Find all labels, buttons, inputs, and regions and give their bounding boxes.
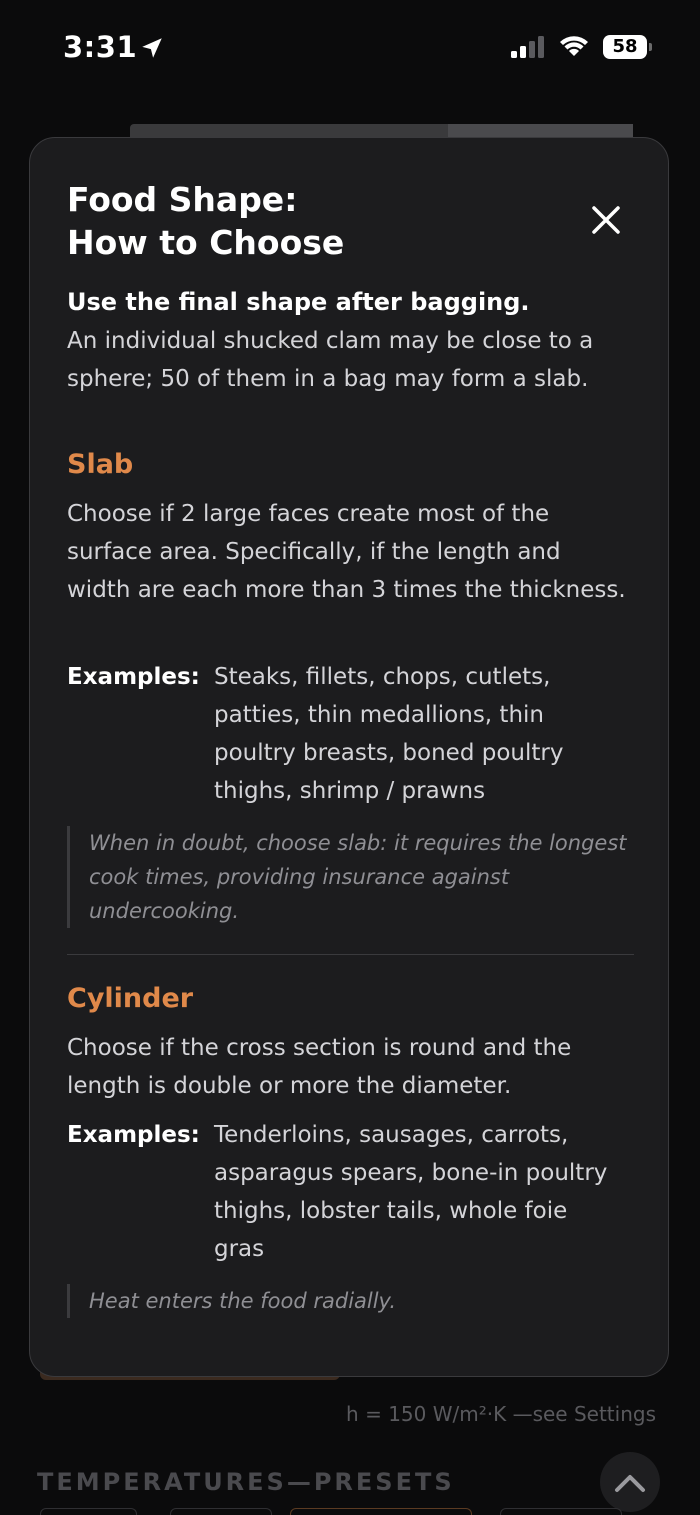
heat-transfer-note[interactable]: h = 150 W/m²·K —see Settings: [346, 1402, 656, 1426]
preset-chip[interactable]: [290, 1508, 472, 1515]
sheet-title-line-2: How to Choose: [67, 223, 345, 262]
status-bar: 3:31 58: [0, 0, 700, 95]
chevron-up-icon: [615, 1475, 645, 1492]
scroll-to-top-button[interactable]: [600, 1452, 660, 1512]
screen: 3:31 58 h = 150 W/m²·K —see Settings TEM…: [0, 0, 700, 1515]
food-shape-help-sheet: Food Shape: How to Choose Use the final …: [29, 137, 669, 1377]
close-button[interactable]: [586, 200, 626, 240]
section-divider: [67, 954, 634, 955]
cylinder-examples-label: Examples:: [67, 1122, 200, 1148]
intro-lead: Use the final shape after bagging.: [67, 288, 530, 316]
cylinder-note: Heat enters the food radially.: [67, 1284, 629, 1318]
preset-chip[interactable]: [40, 1508, 137, 1515]
preset-chip[interactable]: [500, 1508, 622, 1515]
intro-body: An individual shucked clam may be close …: [67, 328, 594, 392]
slab-heading: Slab: [67, 449, 134, 480]
sheet-title: Food Shape: How to Choose: [67, 178, 344, 264]
cylinder-examples: Tenderloins, sausages, carrots, asparagu…: [214, 1122, 608, 1262]
temperatures-presets-title: TEMPERATURES—PRESETS: [37, 1468, 455, 1496]
slab-description: Choose if 2 large faces create most of t…: [67, 501, 626, 603]
status-time: 3:31: [63, 30, 138, 64]
cylinder-description: Choose if the cross section is round and…: [67, 1035, 572, 1099]
location-arrow-icon: [142, 38, 162, 58]
wifi-icon: [560, 36, 588, 56]
battery-level: 58: [612, 36, 638, 57]
slab-examples: Steaks, fillets, chops, cutlets, patties…: [214, 664, 564, 804]
slab-examples-label: Examples:: [67, 664, 200, 690]
cylinder-heading: Cylinder: [67, 983, 194, 1014]
background-card-edge-highlight: [448, 124, 633, 138]
sheet-title-line-1: Food Shape:: [67, 180, 298, 219]
cellular-signal-icon: [511, 36, 544, 58]
preset-chip[interactable]: [170, 1508, 272, 1515]
slab-note: When in doubt, choose slab: it requires …: [67, 826, 629, 928]
preset-chips-row: [40, 1508, 660, 1515]
close-icon: [592, 206, 620, 234]
battery-icon: 58: [603, 35, 652, 59]
